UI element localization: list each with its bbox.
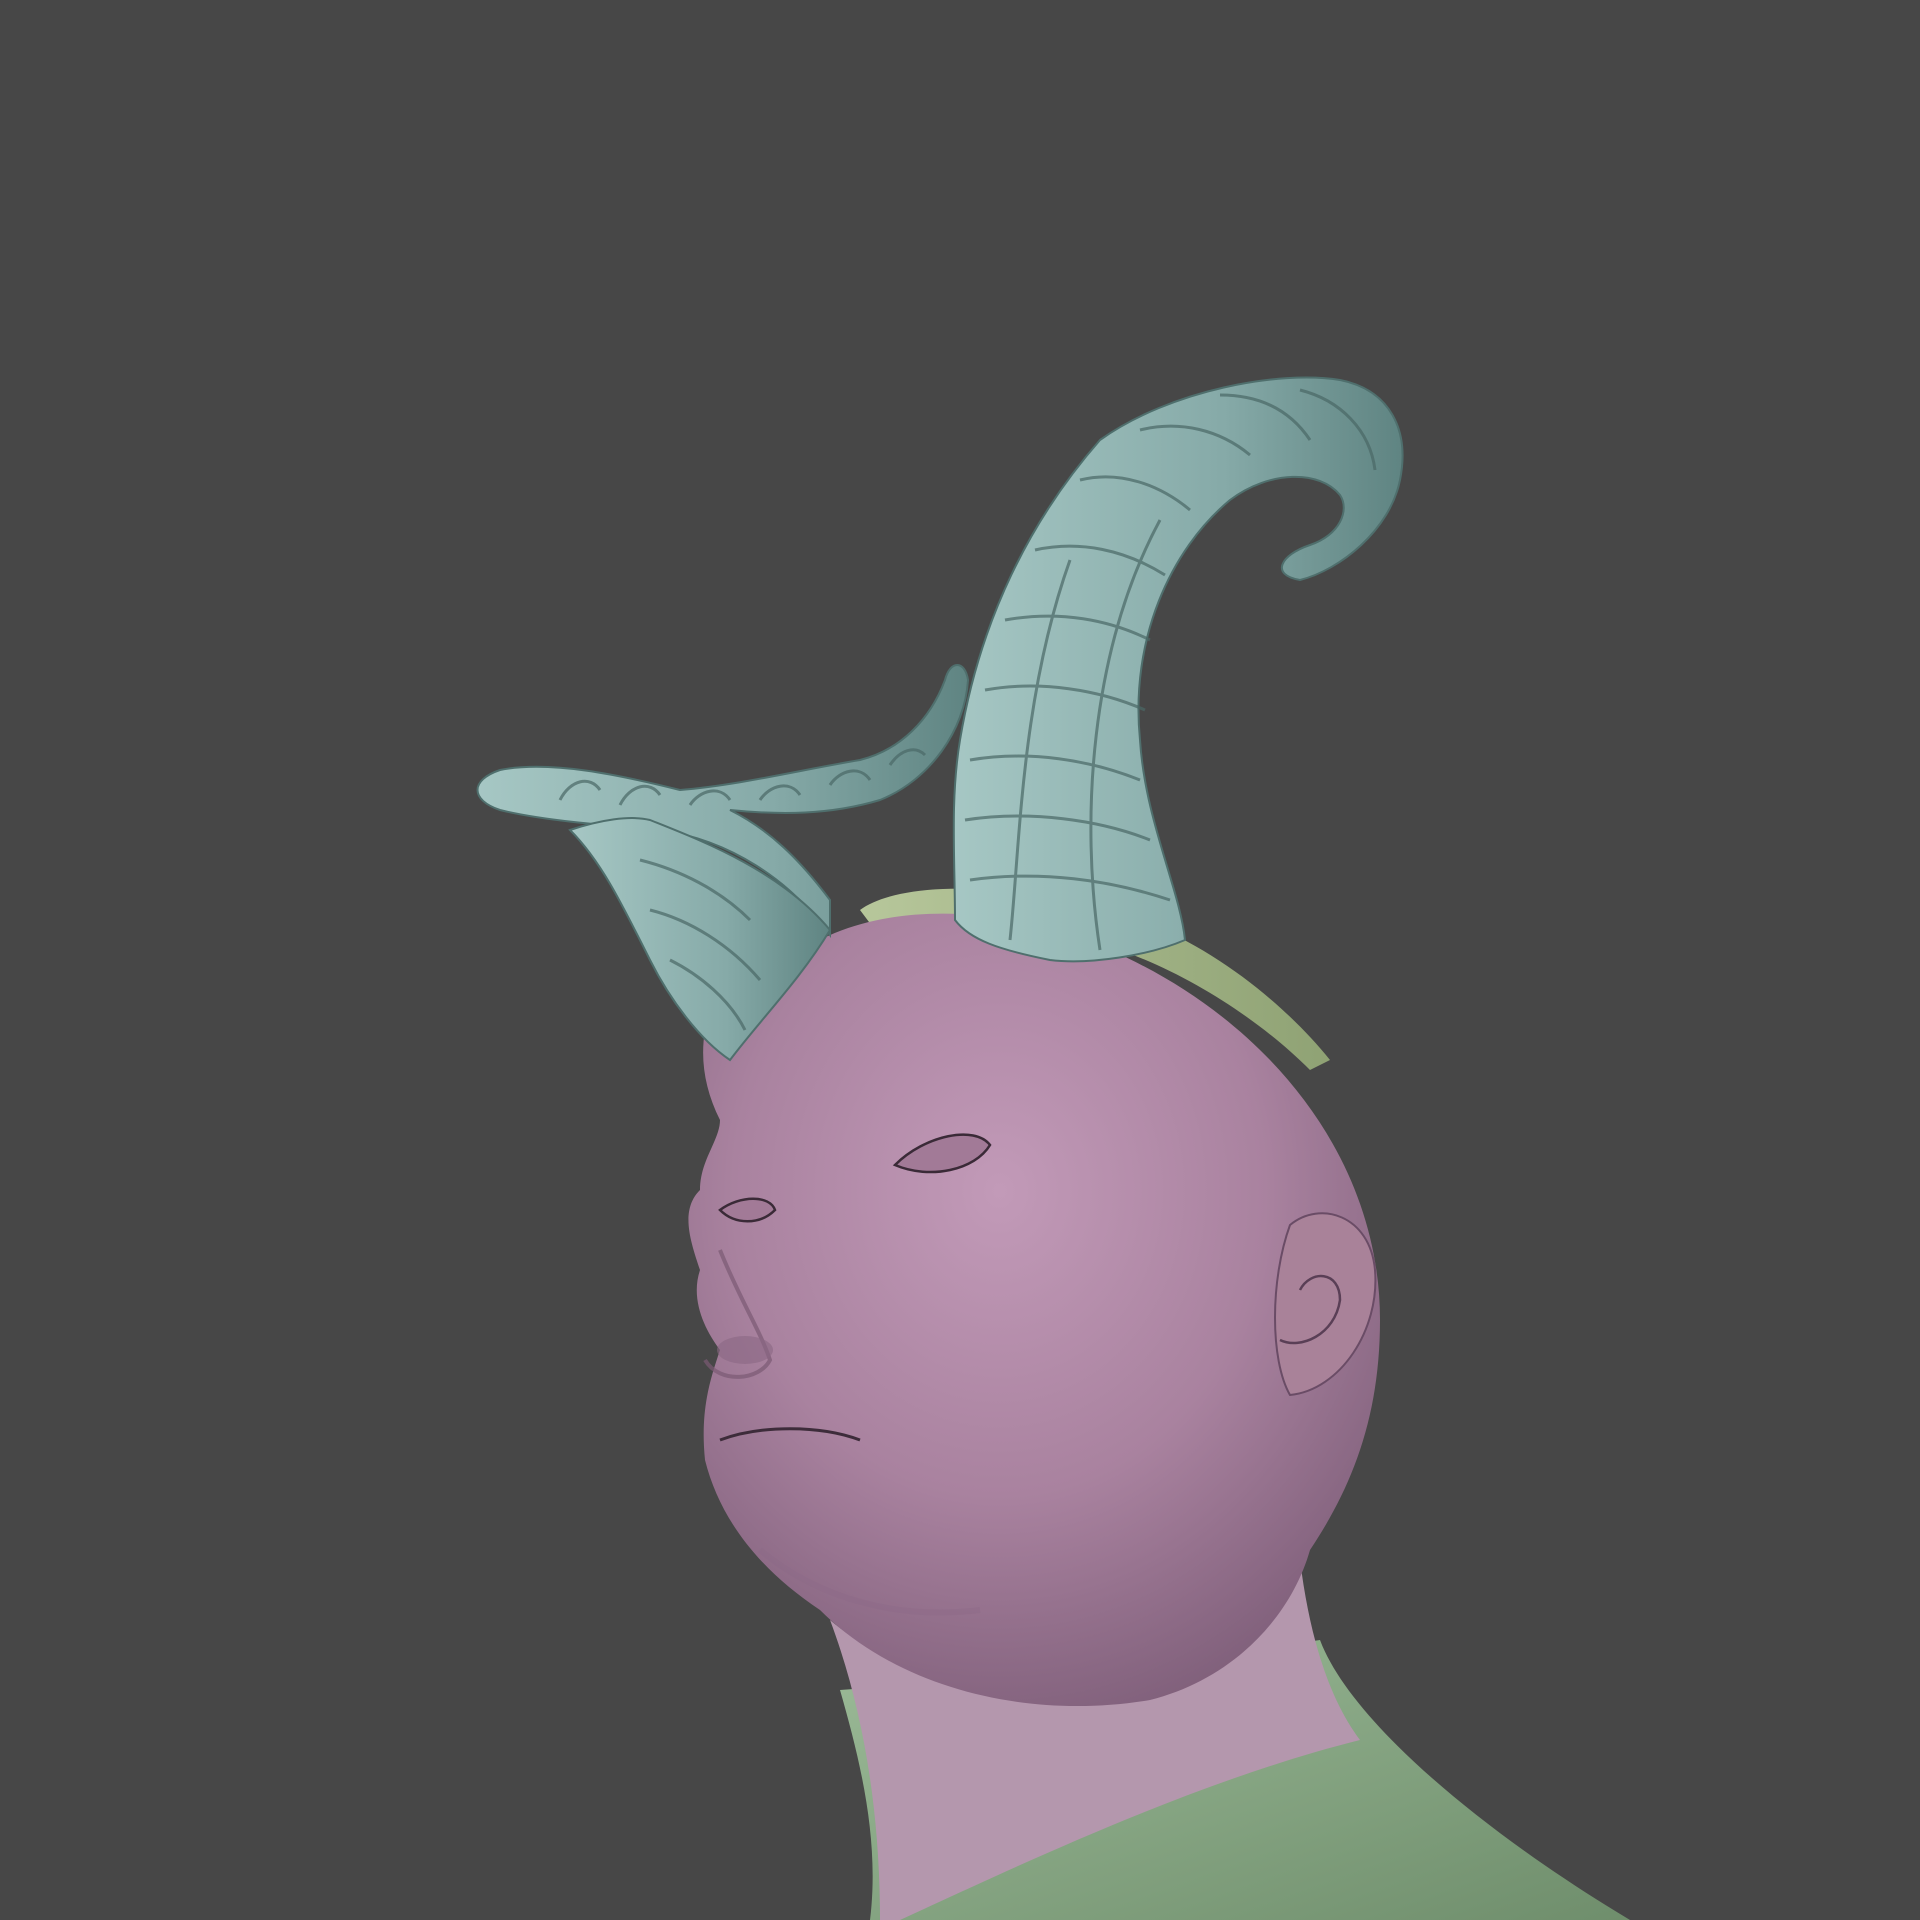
- sculpt-render: [476, 376, 1630, 1920]
- 3d-viewport[interactable]: [0, 0, 1920, 1920]
- horn-right-mesh: [952, 376, 1404, 963]
